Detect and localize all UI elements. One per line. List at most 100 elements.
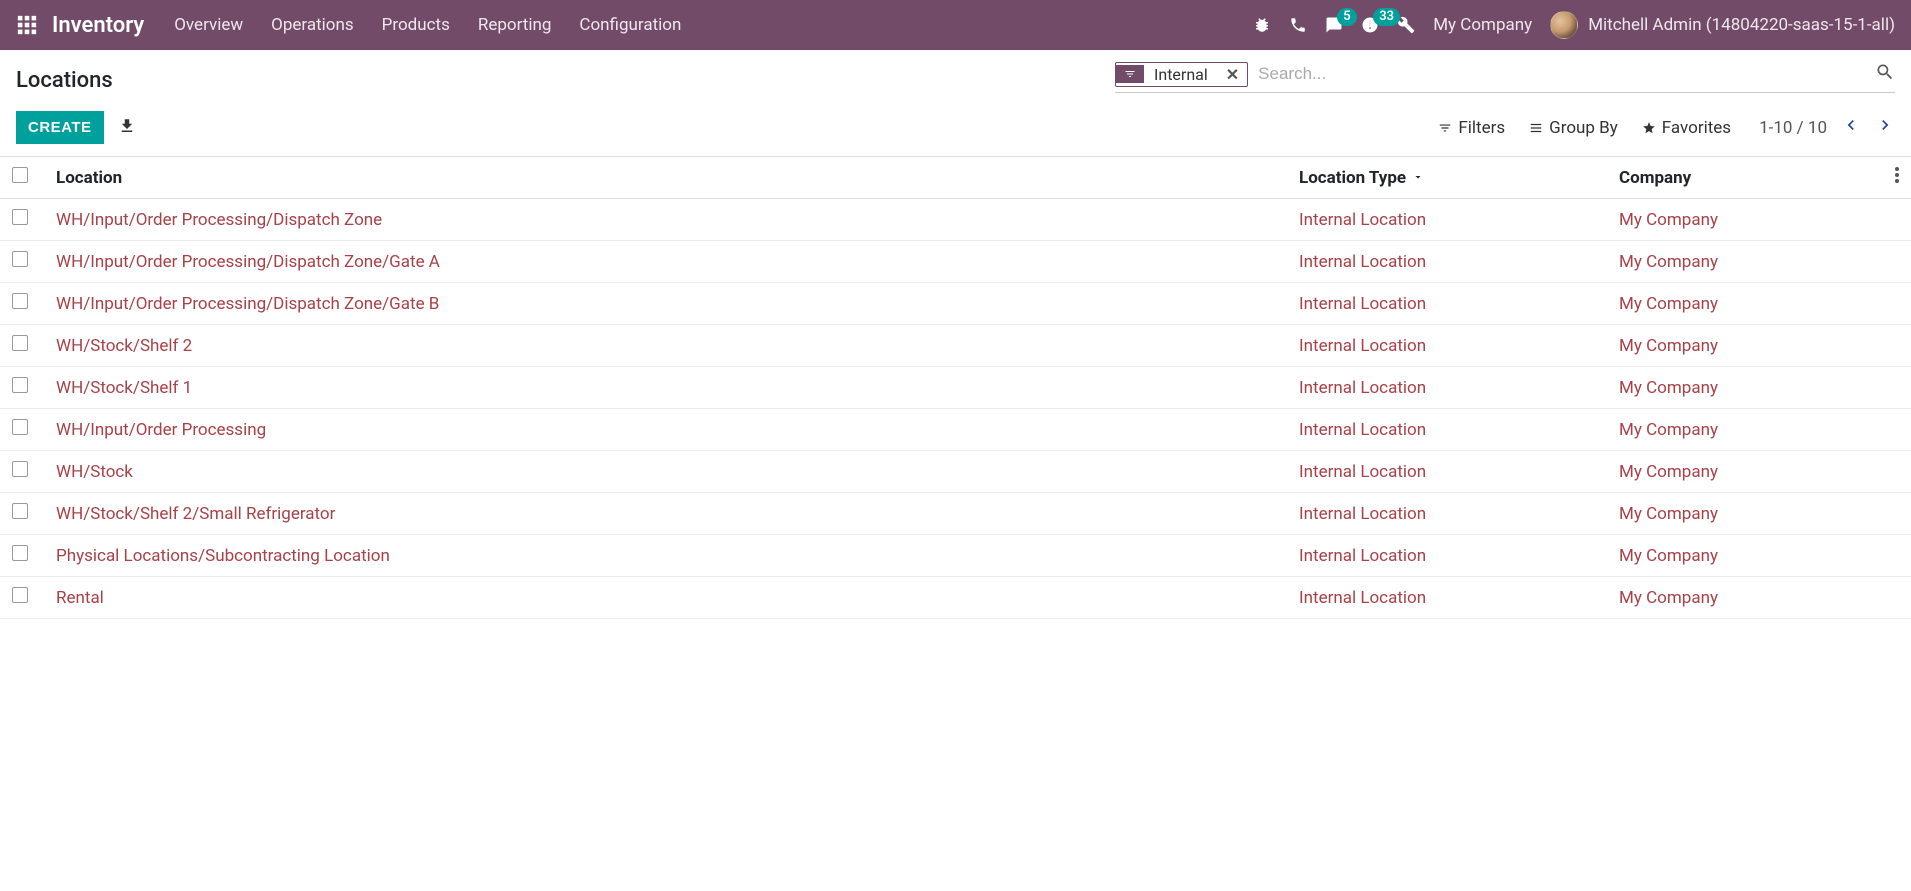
- favorites-button[interactable]: Favorites: [1642, 118, 1731, 138]
- cell-type[interactable]: Internal Location: [1287, 325, 1607, 367]
- search-facet-internal: Internal ✕: [1115, 62, 1248, 87]
- groupby-label: Group By: [1549, 118, 1618, 138]
- cell-location[interactable]: WH/Input/Order Processing: [44, 409, 1287, 451]
- table-row[interactable]: WH/Stock/Shelf 2/Small RefrigeratorInter…: [0, 493, 1911, 535]
- pager-text[interactable]: 1-10 / 10: [1759, 118, 1827, 138]
- header-company[interactable]: Company: [1607, 157, 1867, 199]
- nav-configuration[interactable]: Configuration: [579, 15, 681, 35]
- row-checkbox[interactable]: [12, 419, 28, 435]
- user-name: Mitchell Admin (14804220-saas-15-1-all): [1588, 15, 1895, 35]
- row-checkbox[interactable]: [12, 461, 28, 477]
- filters-button[interactable]: Filters: [1438, 118, 1505, 138]
- cell-type[interactable]: Internal Location: [1287, 577, 1607, 619]
- pager-next-icon[interactable]: [1875, 115, 1895, 140]
- optional-columns-icon[interactable]: [1895, 168, 1899, 188]
- cell-company[interactable]: My Company: [1607, 241, 1867, 283]
- table-row[interactable]: WH/Input/Order ProcessingInternal Locati…: [0, 409, 1911, 451]
- cell-type[interactable]: Internal Location: [1287, 283, 1607, 325]
- tools-icon[interactable]: [1397, 16, 1415, 34]
- cell-type[interactable]: Internal Location: [1287, 367, 1607, 409]
- table-header-row: Location Location Type Company: [0, 157, 1911, 199]
- debug-icon[interactable]: [1253, 16, 1271, 34]
- cell-type[interactable]: Internal Location: [1287, 451, 1607, 493]
- row-checkbox[interactable]: [12, 251, 28, 267]
- cell-location[interactable]: WH/Input/Order Processing/Dispatch Zone/…: [44, 241, 1287, 283]
- activities-icon[interactable]: 33: [1361, 16, 1379, 34]
- table-row[interactable]: RentalInternal LocationMy Company: [0, 577, 1911, 619]
- cell-location[interactable]: WH/Stock: [44, 451, 1287, 493]
- row-checkbox[interactable]: [12, 587, 28, 603]
- control-panel: Locations Internal ✕ CREATE Filters Grou…: [0, 50, 1911, 156]
- search-input[interactable]: [1248, 60, 1875, 88]
- cell-location[interactable]: WH/Stock/Shelf 2: [44, 325, 1287, 367]
- apps-icon[interactable]: [16, 14, 38, 36]
- row-checkbox[interactable]: [12, 293, 28, 309]
- table-row[interactable]: WH/Stock/Shelf 2Internal LocationMy Comp…: [0, 325, 1911, 367]
- nav-menu: Overview Operations Products Reporting C…: [174, 15, 681, 35]
- groupby-button[interactable]: Group By: [1529, 118, 1618, 138]
- sort-desc-icon: [1412, 168, 1424, 188]
- page-title: Locations: [16, 60, 113, 101]
- pager-prev-icon[interactable]: [1841, 115, 1861, 140]
- facet-remove-icon[interactable]: ✕: [1218, 63, 1247, 86]
- facet-label: Internal: [1144, 63, 1218, 86]
- locations-table: Location Location Type Company WH/Input/…: [0, 156, 1911, 619]
- row-checkbox[interactable]: [12, 335, 28, 351]
- cell-type[interactable]: Internal Location: [1287, 409, 1607, 451]
- messaging-count: 5: [1337, 8, 1356, 26]
- cell-company[interactable]: My Company: [1607, 325, 1867, 367]
- row-checkbox[interactable]: [12, 545, 28, 561]
- select-all-checkbox[interactable]: [12, 167, 28, 183]
- filter-icon: [1116, 65, 1144, 83]
- table-row[interactable]: WH/Stock/Shelf 1Internal LocationMy Comp…: [0, 367, 1911, 409]
- cell-location[interactable]: WH/Stock/Shelf 1: [44, 367, 1287, 409]
- top-navbar: Inventory Overview Operations Products R…: [0, 0, 1911, 50]
- favorites-label: Favorites: [1662, 118, 1731, 138]
- phone-icon[interactable]: [1289, 16, 1307, 34]
- row-checkbox[interactable]: [12, 377, 28, 393]
- activities-count: 33: [1373, 8, 1400, 26]
- nav-overview[interactable]: Overview: [174, 15, 243, 35]
- search-icon[interactable]: [1875, 62, 1895, 86]
- cell-location[interactable]: WH/Input/Order Processing/Dispatch Zone/…: [44, 283, 1287, 325]
- nav-systray: 5 33 My Company Mitchell Admin (14804220…: [1253, 11, 1895, 39]
- search-bar: Internal ✕: [1115, 60, 1895, 93]
- user-menu[interactable]: Mitchell Admin (14804220-saas-15-1-all): [1550, 11, 1895, 39]
- cell-location[interactable]: Rental: [44, 577, 1287, 619]
- filters-label: Filters: [1458, 118, 1505, 138]
- messaging-icon[interactable]: 5: [1325, 16, 1343, 34]
- search-options: Filters Group By Favorites: [1438, 118, 1731, 138]
- cell-type[interactable]: Internal Location: [1287, 199, 1607, 241]
- cell-location[interactable]: WH/Input/Order Processing/Dispatch Zone: [44, 199, 1287, 241]
- table-row[interactable]: WH/Input/Order Processing/Dispatch ZoneI…: [0, 199, 1911, 241]
- row-checkbox[interactable]: [12, 503, 28, 519]
- create-button[interactable]: CREATE: [16, 111, 104, 144]
- nav-operations[interactable]: Operations: [271, 15, 354, 35]
- cell-location[interactable]: WH/Stock/Shelf 2/Small Refrigerator: [44, 493, 1287, 535]
- brand-title[interactable]: Inventory: [52, 13, 144, 38]
- cell-company[interactable]: My Company: [1607, 493, 1867, 535]
- pager: 1-10 / 10: [1759, 115, 1895, 140]
- import-button[interactable]: [118, 117, 136, 139]
- cell-location[interactable]: Physical Locations/Subcontracting Locati…: [44, 535, 1287, 577]
- cell-type[interactable]: Internal Location: [1287, 241, 1607, 283]
- nav-products[interactable]: Products: [382, 15, 450, 35]
- cell-company[interactable]: My Company: [1607, 283, 1867, 325]
- table-row[interactable]: WH/Input/Order Processing/Dispatch Zone/…: [0, 283, 1911, 325]
- cell-company[interactable]: My Company: [1607, 577, 1867, 619]
- cell-type[interactable]: Internal Location: [1287, 535, 1607, 577]
- header-type[interactable]: Location Type: [1287, 157, 1607, 199]
- row-checkbox[interactable]: [12, 209, 28, 225]
- nav-reporting[interactable]: Reporting: [478, 15, 552, 35]
- cell-company[interactable]: My Company: [1607, 451, 1867, 493]
- cell-type[interactable]: Internal Location: [1287, 493, 1607, 535]
- table-row[interactable]: WH/StockInternal LocationMy Company: [0, 451, 1911, 493]
- header-location[interactable]: Location: [44, 157, 1287, 199]
- cell-company[interactable]: My Company: [1607, 535, 1867, 577]
- cell-company[interactable]: My Company: [1607, 199, 1867, 241]
- cell-company[interactable]: My Company: [1607, 367, 1867, 409]
- table-row[interactable]: WH/Input/Order Processing/Dispatch Zone/…: [0, 241, 1911, 283]
- company-selector[interactable]: My Company: [1433, 15, 1532, 35]
- table-row[interactable]: Physical Locations/Subcontracting Locati…: [0, 535, 1911, 577]
- cell-company[interactable]: My Company: [1607, 409, 1867, 451]
